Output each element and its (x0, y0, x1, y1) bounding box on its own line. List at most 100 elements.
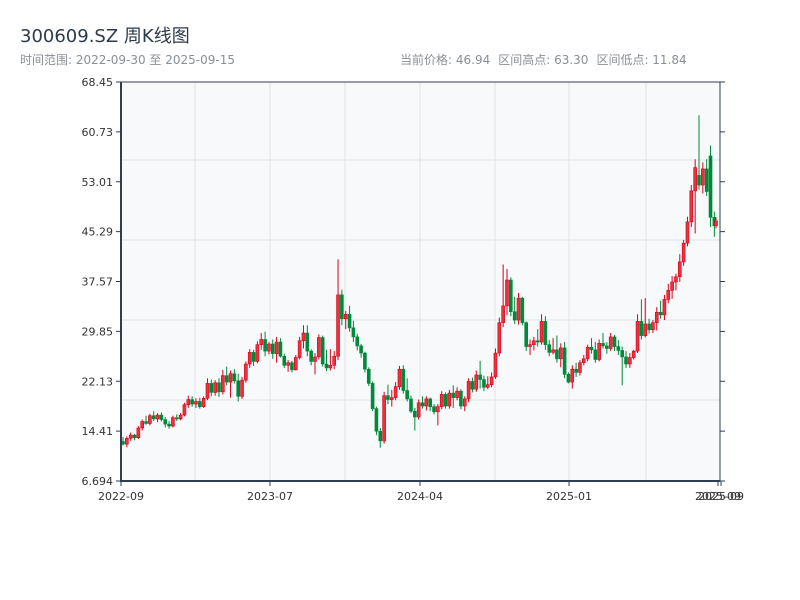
candle-body (255, 344, 260, 362)
candle-body (232, 373, 237, 382)
candle-body (662, 299, 667, 316)
candle-body (305, 332, 310, 352)
candle-body (393, 386, 398, 398)
candle-body (428, 398, 432, 407)
candle-body (570, 368, 575, 383)
candle-body (247, 352, 252, 365)
candle-body (593, 349, 598, 360)
candle-body (174, 417, 179, 420)
candle-body (205, 383, 210, 399)
x-tick-label: 2022-09 (98, 490, 144, 503)
candle-body (148, 415, 152, 424)
candle (681, 239, 686, 266)
candle-body (574, 368, 578, 373)
candle-body (201, 397, 206, 407)
candle-body (324, 363, 329, 369)
y-tick-label: 53.01 (82, 176, 114, 189)
candle-body (228, 373, 233, 383)
candle-body (631, 350, 636, 358)
candle-body (224, 375, 229, 383)
candle-body (374, 408, 379, 432)
candle-body (328, 365, 333, 369)
candle-body (389, 397, 394, 400)
candle-body (555, 349, 559, 360)
candle-body (566, 374, 571, 383)
candle (493, 348, 498, 379)
candle-body (370, 383, 375, 409)
x-tick-label: 2024-04 (397, 490, 443, 503)
candle-body (543, 321, 548, 345)
candle-body (478, 374, 482, 380)
candle (382, 391, 386, 444)
candle-body (363, 352, 367, 370)
candle-body (401, 368, 406, 391)
candle-body (413, 410, 417, 418)
candle-body (132, 434, 137, 438)
y-tick-label: 29.85 (82, 325, 114, 338)
candle-body (443, 394, 448, 407)
candle-body (159, 414, 164, 420)
candle-body (701, 168, 705, 186)
candle-body (605, 345, 609, 349)
candle-body (482, 379, 486, 388)
candle (148, 413, 152, 426)
candle-body (424, 398, 429, 407)
candle-body (274, 341, 279, 354)
candle-body (539, 321, 544, 343)
candle-body (489, 376, 494, 385)
candle (370, 381, 375, 412)
candle-body (416, 402, 421, 418)
candle-body (639, 321, 644, 336)
candle-body (155, 414, 160, 420)
candle-body (693, 167, 697, 192)
candle-body (213, 382, 217, 393)
candle-body (666, 290, 671, 300)
candle-body (259, 339, 264, 345)
candle-body (535, 340, 540, 343)
candle-body (647, 323, 651, 331)
candle-body (270, 343, 275, 354)
x-tick-label: 2023-07 (247, 490, 293, 503)
candle (366, 367, 371, 386)
candle-body (685, 221, 690, 244)
candle (566, 372, 571, 384)
candle-body (516, 297, 521, 321)
candle-body (128, 434, 133, 439)
candle (363, 351, 367, 373)
candle-body (608, 336, 613, 349)
candle-body (420, 402, 425, 407)
candle (293, 354, 298, 371)
candle-body (190, 399, 194, 405)
candle-body (436, 406, 440, 413)
candle-body (309, 350, 313, 362)
candle-body (278, 341, 283, 357)
candle-body (343, 313, 348, 320)
candle-body (589, 346, 594, 351)
candle-body (290, 362, 294, 371)
candle-body (336, 294, 340, 357)
candle-body (628, 357, 632, 365)
candle-body (670, 281, 674, 291)
candle-body (240, 379, 244, 397)
candle (201, 396, 206, 408)
candle (466, 378, 471, 403)
candle (585, 344, 590, 362)
candle (244, 361, 248, 383)
candle (524, 321, 528, 352)
candle-body (236, 380, 240, 397)
y-tick-label: 22.13 (82, 375, 114, 388)
candle-body (704, 168, 709, 192)
x-tick-label: 2025-09 (698, 490, 744, 503)
candle-body (451, 392, 456, 398)
y-tick-label: 45.29 (82, 226, 114, 239)
candle-body (405, 390, 409, 400)
candle-body (144, 421, 148, 424)
y-tick-label: 6.694 (82, 475, 114, 488)
candle-body (689, 190, 694, 223)
candle-body (562, 347, 567, 375)
candle-body (708, 155, 713, 218)
candle-body (459, 390, 463, 407)
candle-body (186, 399, 191, 406)
y-tick-label: 37.57 (82, 276, 114, 289)
candle-body (140, 421, 144, 429)
